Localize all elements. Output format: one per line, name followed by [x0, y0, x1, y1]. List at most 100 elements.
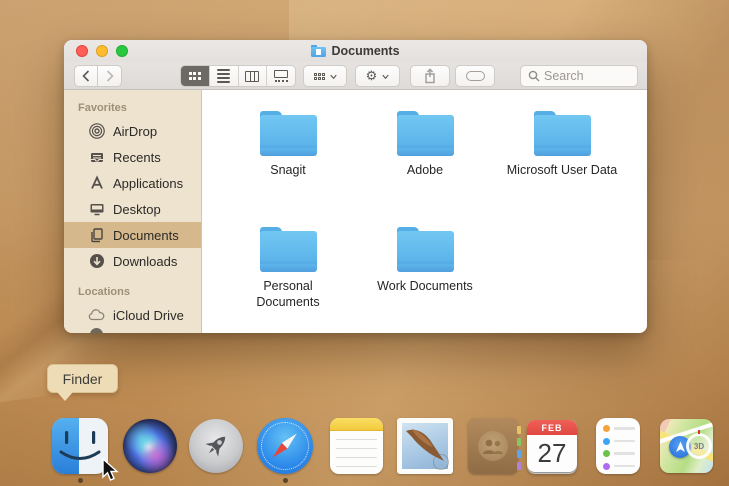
search-icon [528, 70, 540, 82]
folder-label: Snagit [270, 163, 306, 177]
safari-running-indicator [283, 478, 288, 483]
tag-icon [465, 71, 485, 81]
sidebar-item-label: AirDrop [113, 123, 158, 139]
documents-icon [88, 227, 105, 244]
sidebar-item-icloud-drive[interactable]: iCloud Drive [64, 302, 201, 328]
folder-icon [259, 227, 317, 272]
airdrop-icon [88, 123, 105, 140]
calendar-day: 27 [537, 438, 567, 468]
sidebar-item-partial-icon [90, 328, 103, 333]
desktop: Documents ⚙ Search Favorites AirDrop Rec… [0, 0, 729, 486]
rocket-icon [205, 436, 226, 457]
icloud-icon [88, 307, 105, 324]
finder-running-indicator [78, 478, 83, 483]
sidebar-section-favorites: Favorites [78, 102, 127, 114]
contacts-icon [468, 418, 521, 474]
toolbar: ⚙ [64, 62, 647, 90]
people-silhouette-icon [483, 439, 503, 454]
sidebar: Favorites AirDrop Recents Applications D… [64, 90, 202, 333]
tooltip-label: Finder [62, 370, 103, 387]
dock-item-mail[interactable] [397, 418, 453, 474]
forward-button[interactable] [98, 65, 122, 87]
column-view-icon [245, 70, 260, 82]
mouse-cursor [101, 457, 119, 486]
sidebar-item-applications[interactable]: Applications [64, 170, 201, 196]
back-button[interactable] [74, 65, 98, 87]
dock-item-safari[interactable] [257, 418, 313, 474]
chevron-down-icon [382, 74, 390, 79]
dock-tooltip-tail [57, 392, 73, 401]
gallery-view-button[interactable] [267, 66, 295, 86]
folder-icon [396, 227, 454, 272]
mail-icon [397, 418, 453, 474]
finder-icon [52, 418, 108, 474]
sidebar-section-locations: Locations [78, 286, 130, 298]
sidebar-item-label: iCloud Drive [113, 307, 184, 323]
group-grid-icon [313, 72, 325, 80]
list-view-icon [217, 69, 231, 83]
icon-view-button[interactable] [181, 66, 210, 86]
dock-item-reminders[interactable] [590, 418, 646, 474]
sidebar-item-desktop[interactable]: Desktop [64, 196, 201, 222]
dock-item-contacts[interactable] [465, 418, 521, 474]
chevron-right-icon [106, 70, 114, 82]
downloads-icon [88, 253, 105, 270]
dock-tooltip: Finder [47, 364, 118, 393]
chevron-down-icon [329, 74, 337, 79]
folder-label: Personal Documents [256, 279, 320, 309]
maps-3d-label: 3D [693, 441, 705, 451]
list-view-button[interactable] [210, 66, 239, 86]
recents-icon [88, 149, 105, 166]
share-icon [425, 68, 435, 84]
folder-snagit[interactable]: Snagit [230, 111, 346, 179]
sidebar-item-airdrop[interactable]: AirDrop [64, 118, 201, 144]
notes-icon [330, 418, 383, 474]
sidebar-item-label: Applications [113, 175, 184, 191]
folder-microsoft-user-data[interactable]: Microsoft User Data [504, 111, 620, 179]
folder-work-documents[interactable]: Work Documents [367, 227, 483, 295]
file-list-area[interactable]: Snagit Adobe Microsoft User Data Persona… [203, 91, 647, 333]
share-button[interactable] [410, 65, 450, 87]
icon-view-icon [188, 72, 201, 80]
folder-icon [259, 111, 317, 156]
calendar-month: FEB [527, 420, 577, 435]
sidebar-item-label: Documents [113, 227, 179, 243]
finder-window: Documents ⚙ Search Favorites AirDrop Rec… [64, 40, 647, 333]
sidebar-item-downloads[interactable]: Downloads [64, 248, 201, 274]
sidebar-item-documents[interactable]: Documents [64, 222, 201, 248]
group-by-button[interactable] [303, 65, 347, 87]
dock-item-calendar[interactable]: FEB 27 [527, 418, 583, 474]
tag-button[interactable] [455, 65, 495, 87]
launchpad-icon [189, 419, 243, 473]
folder-personal-documents[interactable]: Personal Documents [230, 227, 346, 310]
maps-icon: 3D [660, 419, 713, 473]
maps-3d-dial: 3D [686, 433, 712, 459]
folder-proxy-icon [311, 45, 327, 57]
column-view-button[interactable] [239, 66, 268, 86]
action-button[interactable]: ⚙ [355, 65, 400, 87]
folder-label: Work Documents [377, 279, 473, 293]
title-bar[interactable]: Documents [64, 40, 647, 62]
applications-icon [88, 175, 105, 192]
search-field[interactable] [520, 65, 638, 87]
search-input[interactable] [544, 69, 624, 83]
sidebar-item-label: Recents [113, 149, 161, 165]
view-switcher [180, 65, 296, 87]
folder-icon [533, 111, 591, 156]
calendar-icon: FEB 27 [527, 420, 577, 472]
folder-icon [396, 111, 454, 156]
window-title-area: Documents [64, 40, 647, 62]
dock-item-finder[interactable] [52, 418, 108, 474]
dock-item-maps[interactable]: 3D [660, 418, 716, 474]
dock-item-notes[interactable] [330, 418, 386, 474]
sidebar-item-recents[interactable]: Recents [64, 144, 201, 170]
reminders-icon [596, 418, 640, 474]
gallery-view-icon [274, 70, 289, 82]
sidebar-item-label: Downloads [113, 253, 178, 269]
window-title: Documents [331, 44, 400, 58]
dock-item-launchpad[interactable] [188, 418, 244, 474]
folder-label: Microsoft User Data [506, 163, 618, 177]
folder-adobe[interactable]: Adobe [367, 111, 483, 179]
dock-item-siri[interactable] [122, 418, 178, 474]
siri-icon [123, 419, 177, 473]
